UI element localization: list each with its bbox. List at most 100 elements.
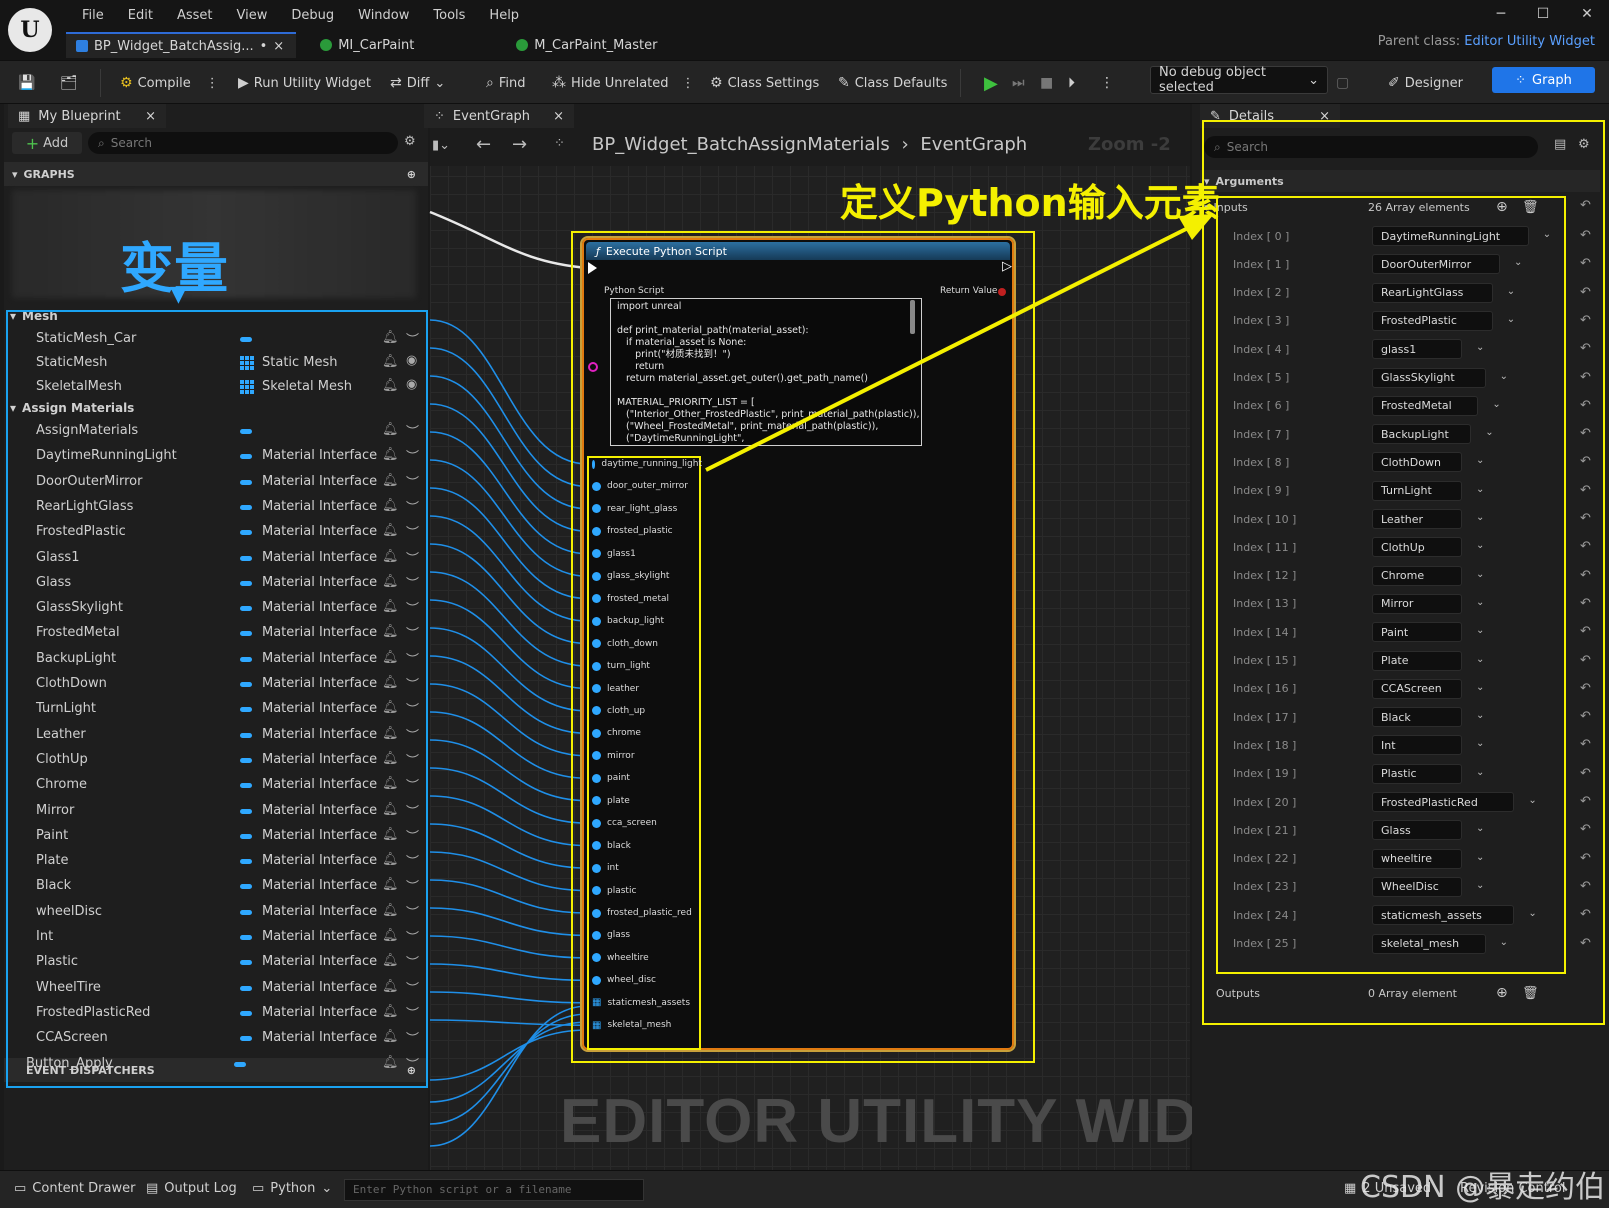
- array-element-value[interactable]: Glass: [1372, 820, 1462, 841]
- reset-icon[interactable]: ↶: [1580, 568, 1591, 583]
- chevron-down-icon[interactable]: ⌄: [1476, 767, 1484, 778]
- array-element-value[interactable]: WheelDisc: [1372, 876, 1462, 897]
- reset-icon[interactable]: ↶: [1580, 681, 1591, 696]
- reset-icon[interactable]: ↶: [1580, 228, 1591, 243]
- chevron-down-icon[interactable]: ⌄: [1476, 455, 1484, 466]
- input-pin[interactable]: wheel_disc: [592, 970, 702, 990]
- array-element-value[interactable]: FrostedMetal: [1372, 395, 1479, 416]
- array-element-value[interactable]: Leather: [1372, 509, 1462, 529]
- array-element-value[interactable]: ClothDown: [1372, 452, 1462, 473]
- reset-icon[interactable]: ↶: [1580, 539, 1591, 554]
- array-element-value[interactable]: Int: [1372, 735, 1462, 756]
- reset-icon[interactable]: ↶: [1580, 737, 1591, 752]
- input-pin[interactable]: ▦ staticmesh_assets: [592, 993, 702, 1013]
- chevron-down-icon[interactable]: ⌄: [1476, 823, 1484, 834]
- chevron-down-icon[interactable]: ⌄: [1476, 569, 1484, 580]
- reset-icon[interactable]: ↶: [1580, 511, 1591, 526]
- array-element-value[interactable]: BackupLight: [1372, 424, 1472, 445]
- chevron-down-icon[interactable]: ⌄: [1476, 342, 1484, 353]
- input-pin[interactable]: chrome: [592, 723, 702, 743]
- chevron-down-icon[interactable]: ⌄: [1476, 484, 1484, 495]
- chevron-down-icon[interactable]: ⌄: [1476, 738, 1484, 749]
- reset-icon[interactable]: ↶: [1580, 398, 1591, 413]
- reset-icon[interactable]: ↶: [1580, 426, 1591, 441]
- array-element-value[interactable]: RearLightGlass: [1372, 282, 1493, 303]
- chevron-down-icon[interactable]: ⌄: [1476, 540, 1484, 551]
- input-pin[interactable]: frosted_metal: [592, 589, 702, 609]
- input-pin[interactable]: plastic: [592, 881, 702, 901]
- input-pin[interactable]: wheeltire: [592, 948, 702, 968]
- chevron-down-icon[interactable]: ⌄: [1476, 597, 1484, 608]
- input-pin[interactable]: cloth_down: [592, 634, 702, 654]
- reset-icon[interactable]: ↶: [1580, 879, 1591, 894]
- reset-icon[interactable]: ↶: [1580, 454, 1591, 469]
- reset-icon[interactable]: ↶: [1580, 256, 1591, 271]
- reset-icon[interactable]: ↶: [1580, 653, 1591, 668]
- input-pin[interactable]: ▦ skeletal_mesh: [592, 1015, 702, 1035]
- input-pin[interactable]: cloth_up: [592, 701, 702, 721]
- input-pin[interactable]: cca_screen: [592, 813, 702, 833]
- reset-icon[interactable]: ↶: [1580, 596, 1591, 611]
- reset-icon[interactable]: ↶: [1580, 794, 1591, 809]
- input-pin[interactable]: plate: [592, 791, 702, 811]
- array-element-value[interactable]: ClothUp: [1372, 537, 1462, 558]
- array-element-value[interactable]: Plate: [1372, 650, 1462, 671]
- input-pin[interactable]: int: [592, 858, 702, 878]
- input-pin[interactable]: daytime_running_light: [592, 454, 702, 474]
- array-element-value[interactable]: Plastic: [1372, 763, 1462, 784]
- chevron-down-icon[interactable]: ⌄: [1528, 908, 1536, 919]
- chevron-down-icon[interactable]: ⌄: [1476, 880, 1484, 891]
- chevron-down-icon[interactable]: ⌄: [1485, 427, 1493, 438]
- reset-icon[interactable]: ↶: [1580, 285, 1591, 300]
- chevron-down-icon[interactable]: ⌄: [1500, 937, 1508, 948]
- array-element-value[interactable]: wheeltire: [1372, 848, 1462, 869]
- input-pin[interactable]: frosted_plastic_red: [592, 903, 702, 923]
- input-pin[interactable]: rear_light_glass: [592, 499, 702, 519]
- input-pin[interactable]: glass: [592, 925, 702, 945]
- reset-icon[interactable]: ↶: [1580, 370, 1591, 385]
- array-element-value[interactable]: TurnLight: [1372, 480, 1462, 501]
- input-pin[interactable]: backup_light: [592, 611, 702, 631]
- array-element-value[interactable]: CCAScreen: [1372, 678, 1462, 699]
- chevron-down-icon[interactable]: ⌄: [1476, 625, 1484, 636]
- array-element-value[interactable]: GlassSkylight: [1372, 367, 1486, 388]
- array-element-value[interactable]: DoorOuterMirror: [1372, 254, 1500, 275]
- chevron-down-icon[interactable]: ⌄: [1476, 710, 1484, 721]
- reset-icon[interactable]: ↶: [1580, 766, 1591, 781]
- input-pin[interactable]: leather: [592, 679, 702, 699]
- chevron-down-icon[interactable]: ⌄: [1500, 371, 1508, 382]
- array-element-value[interactable]: DaytimeRunningLight: [1372, 226, 1529, 246]
- array-element-value[interactable]: Mirror: [1372, 593, 1462, 614]
- reset-icon[interactable]: ↶: [1580, 851, 1591, 866]
- array-element-value[interactable]: Paint: [1372, 622, 1462, 643]
- reset-icon[interactable]: ↶: [1580, 483, 1591, 498]
- input-pin[interactable]: black: [592, 836, 702, 856]
- array-element-value[interactable]: glass1: [1372, 339, 1462, 360]
- chevron-down-icon[interactable]: ⌄: [1507, 286, 1515, 297]
- chevron-down-icon[interactable]: ⌄: [1514, 257, 1522, 268]
- input-pin[interactable]: turn_light: [592, 656, 702, 676]
- chevron-down-icon[interactable]: ⌄: [1476, 512, 1484, 523]
- input-pin[interactable]: mirror: [592, 746, 702, 766]
- array-element-value[interactable]: FrostedPlastic: [1372, 310, 1493, 331]
- array-element-value[interactable]: Chrome: [1372, 565, 1462, 586]
- chevron-down-icon[interactable]: ⌄: [1543, 229, 1551, 240]
- reset-icon[interactable]: ↶: [1580, 341, 1591, 356]
- reset-icon[interactable]: ↶: [1580, 907, 1591, 922]
- reset-icon[interactable]: ↶: [1580, 709, 1591, 724]
- reset-icon[interactable]: ↶: [1580, 822, 1591, 837]
- array-element-value[interactable]: skeletal_mesh: [1372, 933, 1486, 954]
- input-pin[interactable]: glass_skylight: [592, 566, 702, 586]
- array-element-value[interactable]: FrostedPlasticRed: [1372, 792, 1515, 812]
- input-pin[interactable]: frosted_plastic: [592, 521, 702, 541]
- input-pin[interactable]: paint: [592, 768, 702, 788]
- chevron-down-icon[interactable]: ⌄: [1507, 314, 1515, 325]
- chevron-down-icon[interactable]: ⌄: [1528, 795, 1536, 806]
- chevron-down-icon[interactable]: ⌄: [1476, 852, 1484, 863]
- input-pin[interactable]: glass1: [592, 544, 702, 564]
- array-element-value[interactable]: Black: [1372, 707, 1462, 728]
- reset-icon[interactable]: ↶: [1580, 936, 1591, 951]
- reset-icon[interactable]: ↶: [1580, 313, 1591, 328]
- reset-icon[interactable]: ↶: [1580, 624, 1591, 639]
- chevron-down-icon[interactable]: ⌄: [1476, 682, 1484, 693]
